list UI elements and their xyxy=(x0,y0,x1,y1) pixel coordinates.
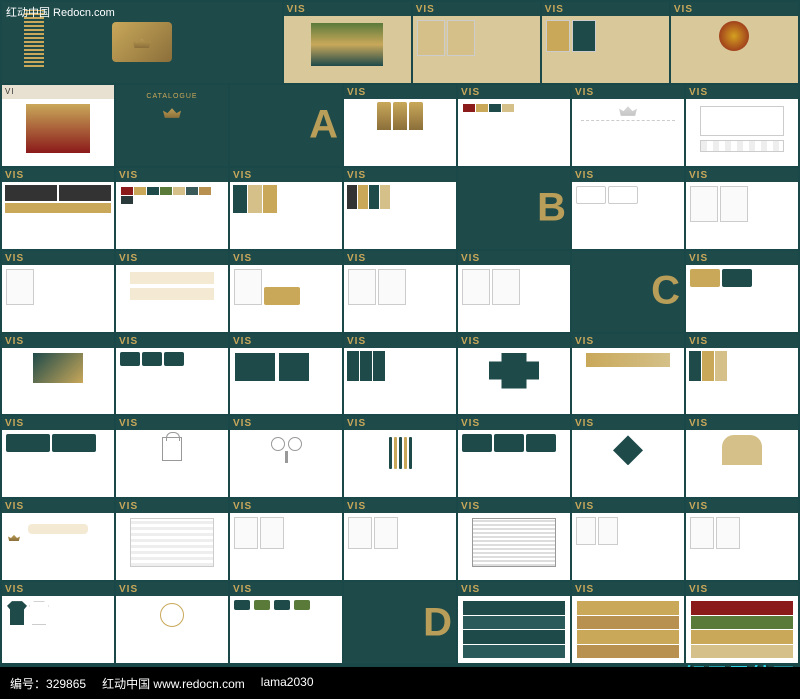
vis-cell: VIS xyxy=(344,251,456,332)
vis-cell: VIS xyxy=(230,416,342,497)
vis-cell: VIS xyxy=(2,334,114,415)
vis-cell: VIS xyxy=(686,334,798,415)
section-c: C xyxy=(572,251,684,332)
vis-cell: VIS xyxy=(458,582,570,663)
section-d: D xyxy=(344,582,456,663)
template-grid: VIS VIS VIS VIS VI CATALOGUE A VIS VIS V… xyxy=(2,2,798,663)
vis-cell: VIS xyxy=(686,168,798,249)
vis-cell: VIS xyxy=(230,251,342,332)
catalogue-cell: CATALOGUE xyxy=(116,85,228,166)
vis-cell: VIS xyxy=(686,582,798,663)
vis-cell: VIS xyxy=(344,85,456,166)
vis-cell: VIS xyxy=(284,2,411,83)
vis-cell: VIS xyxy=(458,499,570,580)
vis-cell: VIS xyxy=(572,499,684,580)
vis-cell: VIS xyxy=(116,499,228,580)
vis-cell: VIS xyxy=(572,168,684,249)
vis-cell: VIS xyxy=(458,251,570,332)
vis-cell: VIS xyxy=(2,251,114,332)
vis-cell: VIS xyxy=(116,582,228,663)
vis-cell: VIS xyxy=(572,582,684,663)
info-bar: 编号：329865 红动中国 www.redocn.com lama2030 xyxy=(0,667,800,699)
vis-cell: VIS xyxy=(686,85,798,166)
vis-cell: VIS xyxy=(458,334,570,415)
watermark-top: 红动中国 Redocn.com xyxy=(6,4,115,20)
vis-cell: VIS xyxy=(2,582,114,663)
id-label: 编号：329865 xyxy=(10,675,86,691)
section-a: A xyxy=(230,85,342,166)
vis-cell: VIS xyxy=(230,334,342,415)
vis-cell: VIS xyxy=(116,168,228,249)
vis-cell: VIS xyxy=(572,334,684,415)
vis-cell: VIS xyxy=(686,499,798,580)
vis-cell: VIS xyxy=(116,416,228,497)
vis-cell: VIS xyxy=(344,416,456,497)
vis-cell: VIS xyxy=(116,251,228,332)
vis-cell: VIS xyxy=(230,582,342,663)
vis-cell: VIS xyxy=(2,416,114,497)
author-label: lama2030 xyxy=(261,675,314,691)
vis-cell: VIS xyxy=(2,168,114,249)
vis-cell: VIS xyxy=(344,499,456,580)
vis-cell: VIS xyxy=(542,2,669,83)
vis-cell: VIS xyxy=(344,334,456,415)
vis-cell: VIS xyxy=(572,85,684,166)
vis-cell: VIS xyxy=(458,416,570,497)
vis-cell: VIS xyxy=(572,416,684,497)
vis-cell: VIS xyxy=(686,251,798,332)
vis-cell: VIS xyxy=(116,334,228,415)
cell: VI xyxy=(2,85,114,166)
vis-cell: VIS xyxy=(413,2,540,83)
vis-cell: VIS xyxy=(671,2,798,83)
vis-cell: VIS xyxy=(2,499,114,580)
vis-cell: VIS xyxy=(230,168,342,249)
site-label: 红动中国 www.redocn.com xyxy=(102,675,245,691)
vis-cell: VIS xyxy=(230,499,342,580)
section-b: B xyxy=(458,168,570,249)
vis-cell: VIS xyxy=(686,416,798,497)
vis-cell: VIS xyxy=(344,168,456,249)
vis-cell: VIS xyxy=(458,85,570,166)
